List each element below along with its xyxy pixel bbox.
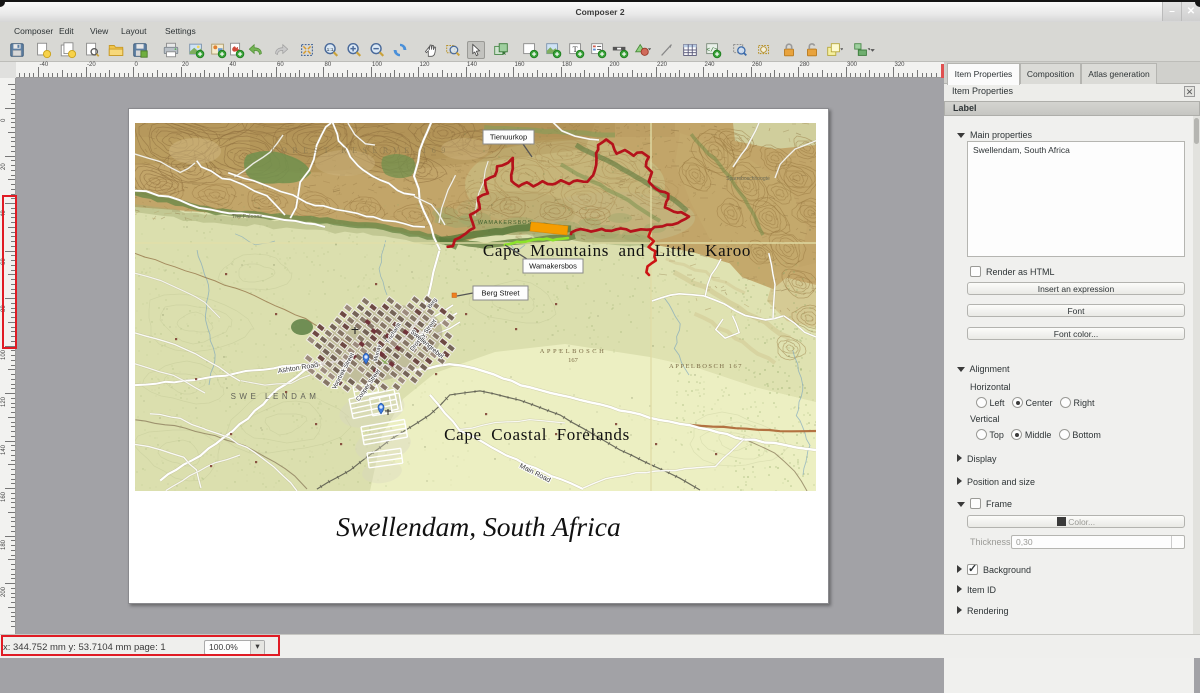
svg-text:APPELBOSCH 167: APPELBOSCH 167 xyxy=(669,363,743,370)
svg-text:APPELBOSCH: APPELBOSCH xyxy=(540,348,607,355)
svg-text:Berg Street: Berg Street xyxy=(482,289,521,298)
svg-text:Wamakersbos: Wamakersbos xyxy=(529,262,577,271)
svg-text:167: 167 xyxy=(568,357,579,364)
svg-text:WAMAKERSBOS: WAMAKERSBOS xyxy=(478,220,533,226)
svg-text:Cape Coastal Forelands: Cape Coastal Forelands xyxy=(444,425,630,444)
svg-text:The Falcons: The Falcons xyxy=(232,214,263,220)
svg-text:Sparreboschhoogte: Sparreboschhoogte xyxy=(726,176,770,182)
svg-text:FOREST RESERVE 169: FOREST RESERVE 169 xyxy=(271,146,451,155)
svg-text:1:1: 1:1 xyxy=(327,47,334,53)
svg-text:SWE LENDAM: SWE LENDAM xyxy=(231,392,320,401)
svg-text:Tienuurkop: Tienuurkop xyxy=(490,133,527,142)
